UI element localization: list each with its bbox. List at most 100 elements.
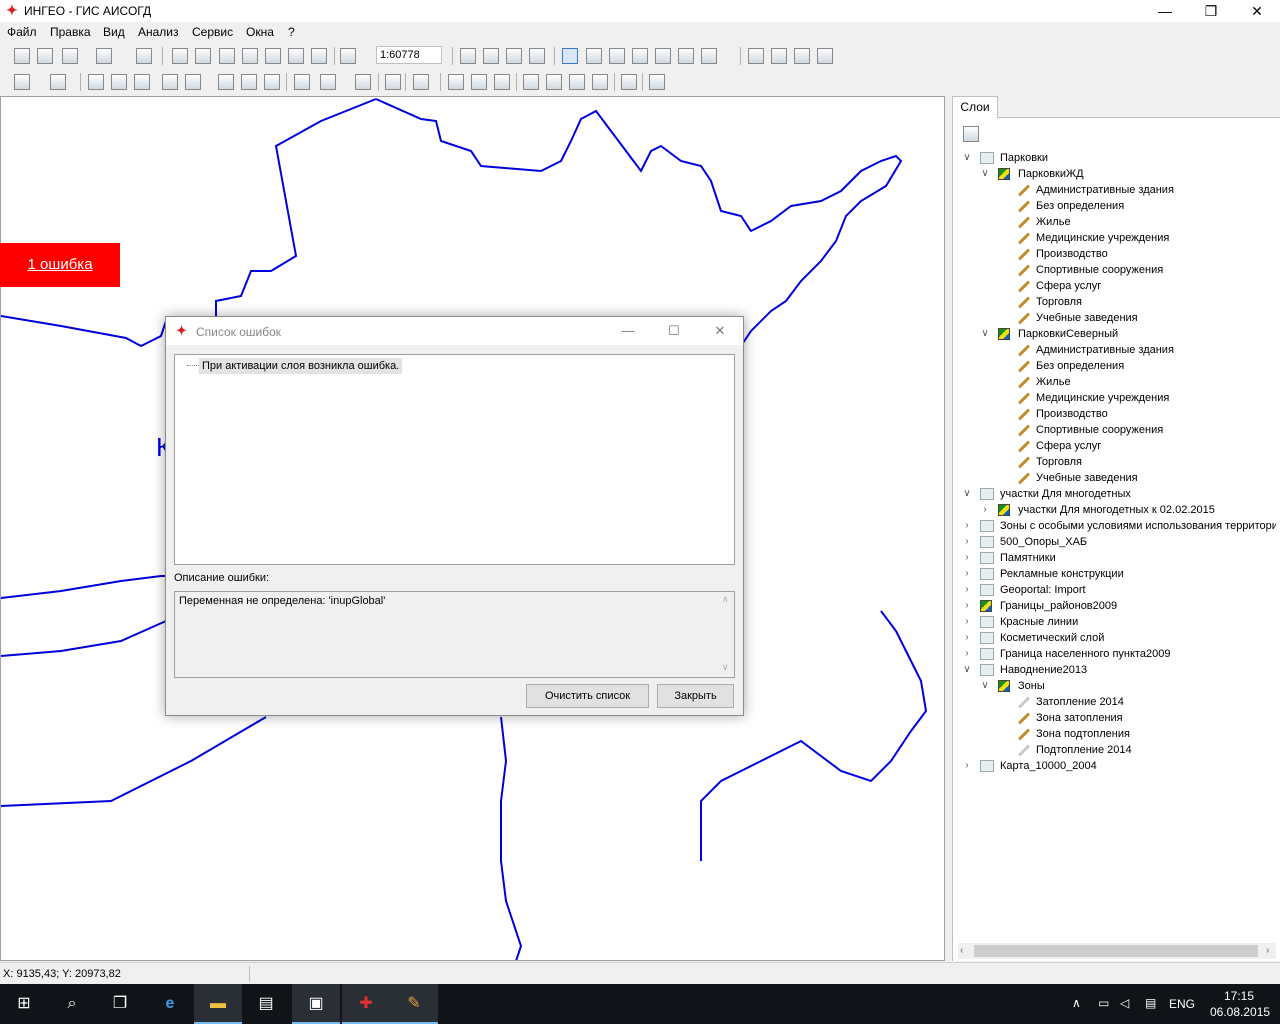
edit-vertices-icon[interactable] — [748, 48, 764, 64]
dialog-maximize-button[interactable]: ☐ — [651, 317, 697, 345]
ingeo-app-icon[interactable]: ✚ — [342, 984, 390, 1024]
zoom-in-icon[interactable] — [242, 48, 258, 64]
ungroup-icon[interactable] — [546, 74, 562, 90]
clock-time[interactable]: 17:15 — [1224, 989, 1254, 1003]
collapse-chevron-icon[interactable]: ∨ — [980, 678, 990, 694]
layer-tree-row[interactable]: Административные здания — [958, 342, 1276, 358]
scroll-down-icon[interactable]: ∨ — [722, 662, 729, 673]
undo-icon[interactable] — [385, 74, 401, 90]
pan-hand-icon[interactable] — [195, 48, 211, 64]
description-scrollbar[interactable]: ∧ ∨ — [717, 592, 734, 677]
dialog-close-button[interactable]: ✕ — [697, 317, 743, 345]
notification-icon[interactable]: ▤ — [1145, 996, 1156, 1010]
layer-tree-row[interactable]: Сфера услуг — [958, 278, 1276, 294]
menu-service[interactable]: Сервис — [192, 25, 233, 39]
layer-tree-row[interactable]: › 500_Опоры_ХАБ — [958, 534, 1276, 550]
close-button[interactable]: ✕ — [1234, 0, 1280, 22]
network-icon[interactable]: ▭ — [1098, 996, 1109, 1010]
table-view-icon[interactable] — [320, 74, 336, 90]
style-icon[interactable] — [701, 48, 717, 64]
merge-vertices-icon[interactable] — [817, 48, 833, 64]
expand-chevron-icon[interactable]: › — [980, 502, 990, 518]
new-object-icon[interactable] — [460, 48, 476, 64]
draw-polyline-icon[interactable] — [185, 74, 201, 90]
measure-icon[interactable] — [448, 74, 464, 90]
layer-tree-row[interactable]: Зона затопления — [958, 710, 1276, 726]
layer-tree-row[interactable]: Без определения — [958, 198, 1276, 214]
select-plus-icon[interactable] — [586, 48, 602, 64]
layer-tree-row[interactable]: Спортивные сооружения — [958, 262, 1276, 278]
start-windows-icon[interactable]: ⊞ — [0, 984, 48, 1024]
layer-tree-row[interactable]: › Карта_10000_2004 — [958, 758, 1276, 774]
layer-tree-row[interactable]: Административные здания — [958, 182, 1276, 198]
minimize-button[interactable]: — — [1142, 0, 1188, 22]
layers-refresh-icon[interactable] — [963, 126, 979, 142]
layer-tree-row[interactable]: Производство — [958, 246, 1276, 262]
send-back-icon[interactable] — [592, 74, 608, 90]
layer-tree-row[interactable]: › Красные линии — [958, 614, 1276, 630]
clear-list-button[interactable]: Очистить список — [526, 684, 649, 708]
shape-delete-icon[interactable] — [134, 74, 150, 90]
menu-windows[interactable]: Окна — [246, 25, 274, 39]
layer-tree-row[interactable]: ∨ Наводнение2013 — [958, 662, 1276, 678]
zoom-previous-icon[interactable] — [311, 48, 327, 64]
layer-tree-row[interactable]: Зона подтопления — [958, 726, 1276, 742]
menu-help[interactable]: ? — [288, 25, 295, 39]
layers-horizontal-scrollbar[interactable]: ‹ › — [958, 943, 1276, 959]
layer-tree-row[interactable]: Затопление 2014 — [958, 694, 1276, 710]
select-layer-icon[interactable] — [678, 48, 694, 64]
file-explorer-icon[interactable]: ▬ — [194, 984, 242, 1024]
collapse-chevron-icon[interactable]: ∨ — [980, 326, 990, 342]
layer-tree-row[interactable]: Жилье — [958, 214, 1276, 230]
expand-chevron-icon[interactable]: › — [962, 758, 972, 774]
print-icon[interactable] — [136, 48, 152, 64]
collapse-chevron-icon[interactable]: ∨ — [962, 150, 972, 166]
tray-chevron-icon[interactable]: ∧ — [1072, 996, 1081, 1010]
object-tree-icon[interactable] — [506, 48, 522, 64]
error-count-badge[interactable]: 1 ошибка — [0, 243, 120, 287]
tab-layers[interactable]: Слои — [952, 96, 998, 118]
expand-chevron-icon[interactable]: › — [962, 518, 972, 534]
snap-icon[interactable] — [264, 74, 280, 90]
scale-icon[interactable] — [340, 48, 356, 64]
menu-analysis[interactable]: Анализ — [138, 25, 179, 39]
expand-chevron-icon[interactable]: › — [962, 550, 972, 566]
expand-chevron-icon[interactable]: › — [962, 646, 972, 662]
layer-tree-row[interactable]: Медицинские учреждения — [958, 230, 1276, 246]
zoom-out-icon[interactable] — [265, 48, 281, 64]
layer-props-icon[interactable] — [50, 74, 66, 90]
layer-tree-row[interactable]: › участки Для многодетных к 02.02.2015 — [958, 502, 1276, 518]
zoom-full-icon[interactable] — [288, 48, 304, 64]
label-icon[interactable] — [494, 74, 510, 90]
bring-front-icon[interactable] — [569, 74, 585, 90]
select-circle-icon[interactable] — [632, 48, 648, 64]
expand-chevron-icon[interactable]: › — [962, 614, 972, 630]
frame-icon[interactable] — [649, 74, 665, 90]
task-view-icon[interactable]: ❐ — [96, 984, 144, 1024]
layer-tree-row[interactable]: Учебные заведения — [958, 310, 1276, 326]
layer-tree-row[interactable]: Без определения — [958, 358, 1276, 374]
print-preview-icon[interactable] — [96, 48, 112, 64]
layer-tree-row[interactable]: ∨ участки Для многодетных — [958, 486, 1276, 502]
layer-tree-row[interactable]: ∨ Зоны — [958, 678, 1276, 694]
query-icon[interactable] — [355, 74, 371, 90]
cut-vertices-icon[interactable] — [794, 48, 810, 64]
store-icon[interactable]: ▤ — [242, 984, 290, 1024]
edge-browser-icon[interactable]: e — [146, 984, 194, 1024]
scroll-up-icon[interactable]: ∧ — [722, 594, 729, 605]
dialog-minimize-button[interactable]: — — [605, 317, 651, 345]
clock-date[interactable]: 06.08.2015 — [1210, 1005, 1270, 1019]
layer-tree-row[interactable]: › Geoportal: Import — [958, 582, 1276, 598]
layer-tree-row[interactable]: ∨ Парковки — [958, 150, 1276, 166]
select-rect-icon[interactable] — [609, 48, 625, 64]
menu-view[interactable]: Вид — [103, 25, 125, 39]
layer-tree-row[interactable]: Сфера услуг — [958, 438, 1276, 454]
save-icon[interactable] — [37, 48, 53, 64]
layer-tree-row[interactable]: › Граница населенного пункта2009 — [958, 646, 1276, 662]
layer-tree-row[interactable]: Жилье — [958, 374, 1276, 390]
layer-tree-row[interactable]: ∨ ПарковкиСеверный — [958, 326, 1276, 342]
layer-tree-row[interactable]: Торговля — [958, 454, 1276, 470]
scale-input[interactable]: 1:60778 — [376, 46, 442, 64]
select-arrow-icon[interactable] — [562, 48, 578, 64]
select-extent-icon[interactable] — [172, 48, 188, 64]
